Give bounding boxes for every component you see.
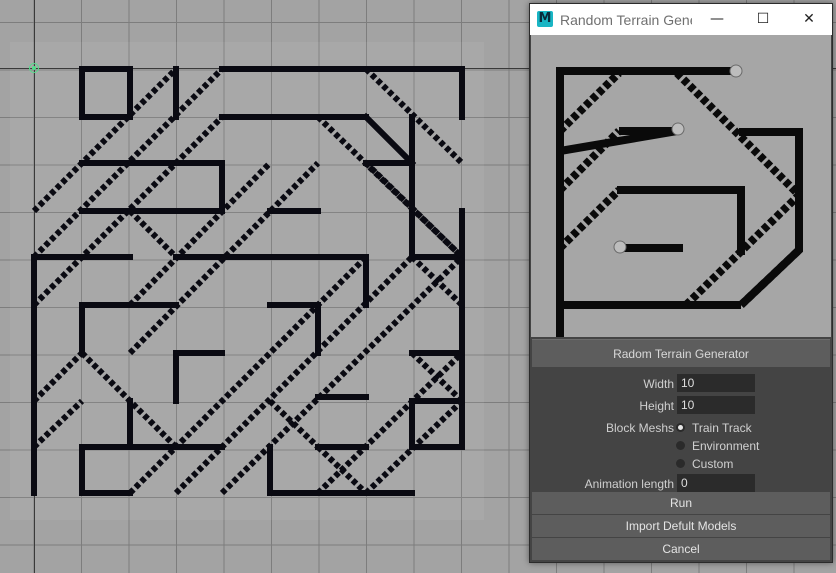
height-field[interactable]: 10	[677, 396, 755, 414]
settings-form: Width 10 Height 10 Block Meshs Train Tra…	[532, 367, 830, 492]
track-diagonal	[409, 350, 465, 404]
preview-node	[729, 64, 743, 78]
track-diagonal	[31, 350, 85, 404]
track-loop-block	[79, 66, 133, 120]
terrain-generator-window: M Random Terrain Gene... — ☐ ✕	[529, 3, 833, 563]
radio-train-track-label[interactable]: Train Track	[692, 421, 752, 435]
track-diagonal	[127, 208, 179, 260]
preview-track-outer	[556, 67, 735, 337]
run-button[interactable]: Run	[532, 492, 830, 514]
radio-train-track[interactable]	[676, 423, 685, 432]
window-title: Random Terrain Gene...	[560, 12, 692, 28]
height-label: Height	[639, 399, 674, 413]
radio-custom-label[interactable]: Custom	[692, 457, 733, 471]
track-upper-curve	[219, 112, 417, 168]
track-diagonal	[409, 254, 465, 308]
preview-node	[613, 240, 627, 254]
maya-app-icon: M	[537, 11, 553, 27]
radio-environment-label[interactable]: Environment	[692, 439, 759, 453]
track-lower-mid	[79, 302, 321, 356]
preview-diagonal	[557, 187, 622, 251]
radio-custom[interactable]	[676, 459, 685, 468]
maximize-icon[interactable]: ☐	[740, 4, 786, 35]
title-bar[interactable]: M Random Terrain Gene... — ☐ ✕	[530, 4, 832, 35]
track-diagonal	[219, 254, 465, 496]
animation-length-field[interactable]: 0	[677, 474, 755, 492]
animation-length-label: Animation length	[584, 477, 674, 491]
import-default-models-button[interactable]: Import Defult Models	[532, 515, 830, 537]
terrain-preview-image	[531, 35, 831, 337]
cancel-button[interactable]: Cancel	[532, 538, 830, 560]
section-header[interactable]: Radom Terrain Generator	[532, 339, 830, 367]
preview-diagonal	[557, 70, 622, 134]
width-label: Width	[643, 377, 674, 391]
width-field[interactable]: 10	[677, 374, 755, 392]
section-title: Radom Terrain Generator	[613, 347, 749, 361]
close-icon[interactable]: ✕	[786, 4, 832, 35]
track-diagonal	[173, 254, 415, 496]
block-meshes-label: Block Meshs	[605, 421, 674, 435]
track-lower-pieces	[79, 302, 369, 404]
preview-node	[671, 122, 685, 136]
radio-environment[interactable]	[676, 441, 685, 450]
pivot-marker[interactable]	[29, 63, 39, 73]
minimize-icon[interactable]: —	[694, 4, 740, 35]
track-diagonal	[31, 398, 85, 450]
preview-diagonal	[738, 247, 802, 308]
track-diagonal	[315, 350, 465, 496]
